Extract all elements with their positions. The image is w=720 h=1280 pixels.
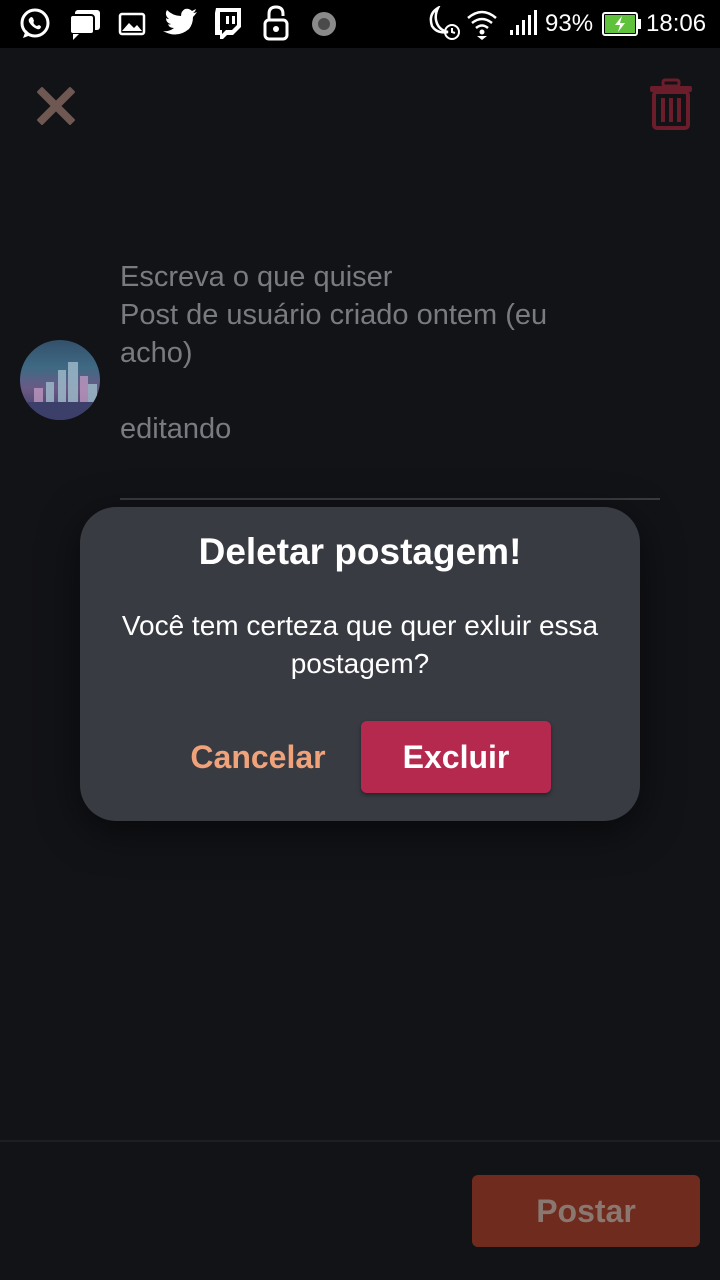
dialog-message: Você tem certeza que quer exluir essa po…	[121, 610, 599, 679]
delete-confirm-button[interactable]: Excluir	[361, 721, 551, 793]
moon-alarm-icon	[429, 6, 460, 40]
battery-percent: 93%	[545, 10, 594, 37]
wifi-icon	[467, 10, 497, 40]
sync-icon	[312, 12, 336, 36]
dialog-title: Deletar postagem!	[198, 531, 522, 572]
post-line: acho)	[120, 337, 193, 369]
twitter-icon	[163, 8, 197, 35]
status-bar: 93% 18:06	[0, 0, 720, 48]
trash-icon[interactable]	[648, 78, 694, 130]
post-line	[120, 372, 660, 410]
avatar	[20, 340, 100, 420]
image-icon	[118, 12, 146, 36]
delete-dialog: Deletar postagem! Você tem certeza que q…	[80, 507, 640, 821]
editor-toolbar	[0, 48, 720, 168]
post-placeholder: Escreva o que quiser	[120, 261, 393, 293]
whatsapp-icon	[20, 8, 50, 38]
twitch-icon	[215, 8, 241, 39]
close-icon[interactable]	[34, 84, 78, 128]
chat-icon	[69, 10, 100, 40]
post-line: editando	[120, 413, 232, 445]
post-text-input[interactable]: Escreva o que quiser Post de usuário cri…	[120, 258, 660, 448]
input-underline	[120, 498, 660, 500]
lock-icon	[263, 5, 289, 41]
footer-divider	[0, 1140, 720, 1142]
post-button[interactable]: Postar	[472, 1175, 700, 1247]
battery-charging-icon	[602, 12, 641, 36]
post-line: Post de usuário criado ontem (eu	[120, 299, 548, 331]
signal-icon	[510, 10, 537, 35]
clock: 18:06	[646, 10, 707, 37]
cancel-button[interactable]: Cancelar	[180, 725, 336, 789]
